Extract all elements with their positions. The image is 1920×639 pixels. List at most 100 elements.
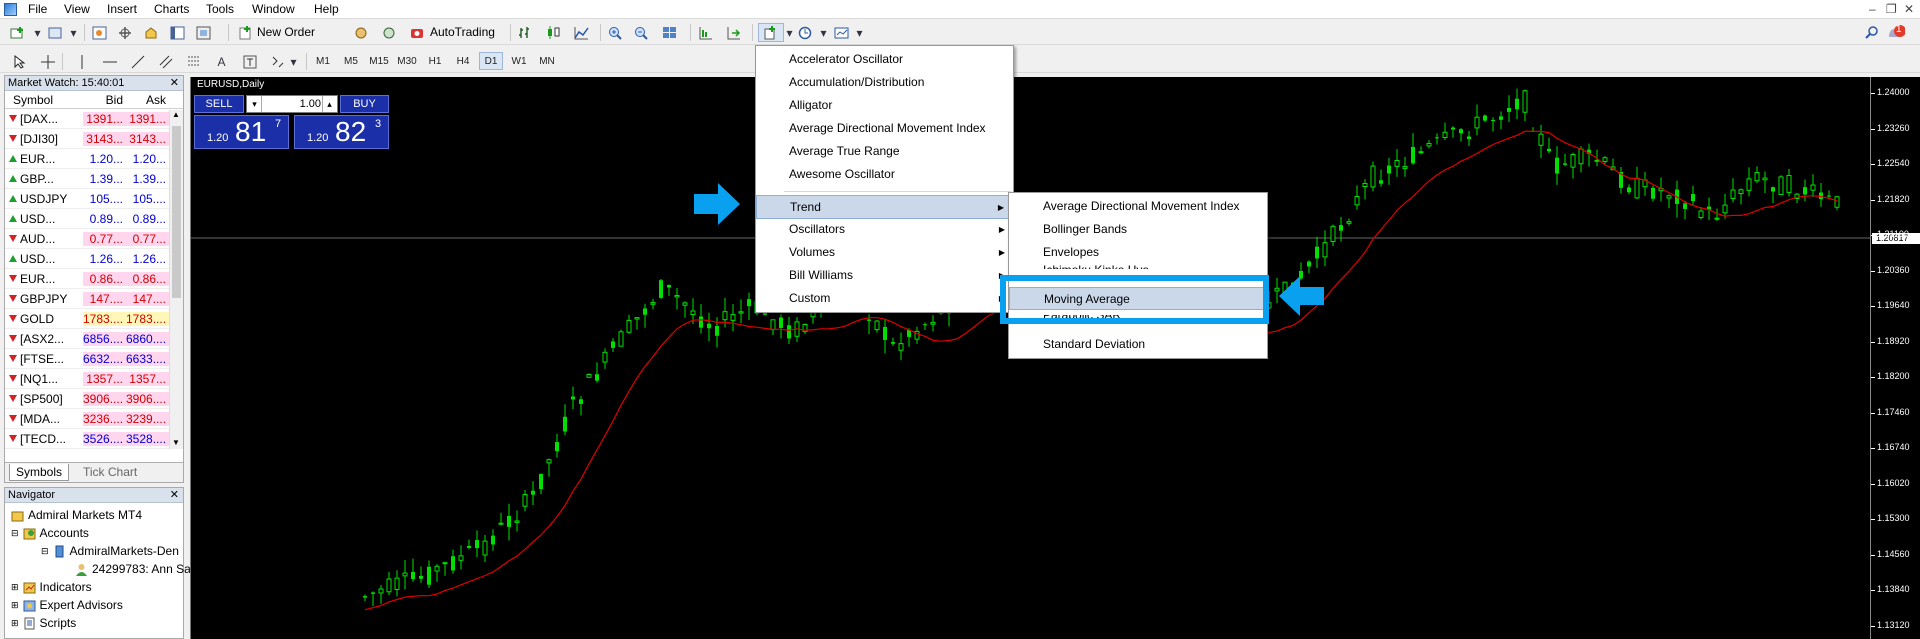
table-row[interactable]: GOLD 1783.... 1783.... [5,309,183,329]
menu-charts[interactable]: Charts [154,2,189,16]
collapse-icon[interactable]: ⊟ [11,528,19,539]
dropdown-arrow-icon[interactable]: ▾ [814,23,833,42]
search-icon[interactable] [1862,23,1881,42]
menu-item-accumulation-distribution[interactable]: Accumulation/Distribution [756,71,1013,94]
lot-decrease-icon[interactable]: ▾ [248,96,262,112]
table-row[interactable]: [NQ1... 1357... 1357... [5,369,183,389]
close-button[interactable]: ✕ [1904,2,1914,16]
table-row[interactable]: USDJPY 105.... 105.... [5,189,183,209]
table-row[interactable]: [TECD... 3526.... 3528.... [5,429,183,449]
restore-button[interactable]: ❐ [1886,2,1897,16]
data-window-icon[interactable] [116,23,135,42]
menu-item-alligator[interactable]: Alligator [756,94,1013,117]
cursor-icon[interactable] [10,52,29,71]
menu-item-oscillators[interactable]: Oscillators ▶ [756,218,1013,241]
scrollbar-thumb[interactable] [172,126,181,298]
timeframe-d1[interactable]: D1 [479,52,503,70]
new-order-button[interactable]: New Order [257,25,315,39]
periods-icon[interactable] [796,23,815,42]
horizontal-line-icon[interactable] [100,52,119,71]
menu-item-bill-williams[interactable]: Bill Williams ▶ [756,264,1013,287]
menu-item-accelerator-oscillator[interactable]: Accelerator Oscillator [756,48,1013,71]
expand-icon[interactable]: ⊞ [11,582,19,593]
profiles-icon[interactable] [46,23,65,42]
table-row[interactable]: EUR... 1.20... 1.20... [5,149,183,169]
menu-window[interactable]: Window [252,2,295,16]
strategy-tester-icon[interactable] [194,23,213,42]
dropdown-arrow-icon[interactable]: ▾ [64,23,83,42]
menu-item-trend[interactable]: Trend ▶ [756,195,1013,219]
nav-account-user[interactable]: 24299783: Ann Sa [75,562,191,576]
lot-size-value[interactable]: 1.00 [267,98,321,110]
table-row[interactable]: [ASX2... 6856.... 6860.... [5,329,183,349]
vertical-line-icon[interactable] [72,52,91,71]
timeframe-h4[interactable]: H4 [451,52,475,70]
zoom-in-icon[interactable] [606,23,625,42]
collapse-icon[interactable]: ⊟ [41,546,49,557]
tab-tick-chart[interactable]: Tick Chart [77,464,143,481]
timeframe-m5[interactable]: M5 [339,52,363,70]
menu-item-atr[interactable]: Average True Range [756,140,1013,163]
candlestick-icon[interactable] [544,23,563,42]
zoom-out-icon[interactable] [632,23,651,42]
sell-button[interactable]: SELL [194,95,244,113]
submenu-item-adx[interactable]: Average Directional Movement Index [1009,195,1267,218]
timeframe-m30[interactable]: M30 [395,52,419,70]
line-chart-icon[interactable] [572,23,591,42]
nav-indicators[interactable]: ⊞ Indicators [11,580,92,594]
autoscroll-icon[interactable] [724,23,743,42]
signals-icon[interactable] [380,23,399,42]
table-row[interactable]: [FTSE... 6632.... 6633.... [5,349,183,369]
table-row[interactable]: [MDA... 3236.... 3239.... [5,409,183,429]
nav-scripts[interactable]: ⊞ Scripts [11,616,76,630]
table-row[interactable]: GBP... 1.39... 1.39... [5,169,183,189]
equidistant-channel-icon[interactable] [156,52,175,71]
tile-windows-icon[interactable] [660,23,679,42]
meta-editor-icon[interactable] [352,23,371,42]
column-header-ask[interactable]: Ask [126,93,169,107]
menu-item-custom[interactable]: Custom ▶ [756,287,1013,310]
market-watch-scrollbar[interactable]: ▲ ▼ [169,110,183,449]
menu-insert[interactable]: Insert [107,2,137,16]
nav-accounts[interactable]: ⊟ Accounts [11,526,89,540]
dropdown-arrow-icon[interactable]: ▾ [284,52,303,71]
menu-file[interactable]: File [28,2,47,16]
table-row[interactable]: [SP500] 3906.... 3906.... [5,389,183,409]
text-label-icon[interactable] [240,52,259,71]
menu-help[interactable]: Help [314,2,339,16]
submenu-item-standard-deviation[interactable]: Standard Deviation [1009,333,1267,356]
submenu-item-ichimoku[interactable]: Ichimoku Kinko Hyo [1009,259,1267,269]
autotrading-button[interactable]: AutoTrading [430,25,495,39]
scroll-down-icon[interactable]: ▼ [172,438,180,447]
expand-icon[interactable]: ⊞ [11,600,19,611]
menu-view[interactable]: View [64,2,90,16]
timeframe-w1[interactable]: W1 [507,52,531,70]
column-header-symbol[interactable]: Symbol [5,93,83,107]
market-watch-icon[interactable] [90,23,109,42]
fibonacci-icon[interactable] [184,52,203,71]
price-axis[interactable]: 1.20817 1.24000 1.23260 1.22540 1.21820 1.21… [1870,77,1920,639]
buy-button[interactable]: BUY [340,95,389,113]
table-row[interactable]: AUD... 0.77... 0.77... [5,229,183,249]
new-order-icon[interactable] [236,23,255,42]
close-icon[interactable]: ✕ [170,488,179,501]
expand-icon[interactable]: ⊞ [11,618,19,629]
submenu-item-bollinger-bands[interactable]: Bollinger Bands [1009,218,1267,241]
lot-size-field[interactable]: ▾ 1.00 ▴ [246,95,338,113]
nav-expert-advisors[interactable]: ⊞ Expert Advisors [11,598,123,612]
dropdown-arrow-icon[interactable]: ▾ [850,23,869,42]
table-row[interactable]: [DJI30] 3143... 3143... [5,129,183,149]
templates-icon[interactable] [832,23,851,42]
minimize-button[interactable]: – [1869,2,1876,16]
menu-item-adx[interactable]: Average Directional Movement Index [756,117,1013,140]
crosshair-icon[interactable] [38,52,57,71]
table-row[interactable]: GBPJPY 147.... 147.... [5,289,183,309]
dropdown-arrow-icon[interactable]: ▾ [28,23,47,42]
text-icon[interactable]: A [212,52,231,71]
autotrading-icon[interactable] [408,23,427,42]
table-row[interactable]: USD... 1.26... 1.26... [5,249,183,269]
menu-tools[interactable]: Tools [206,2,234,16]
notifications-icon[interactable]: 1 [1886,23,1905,42]
new-chart-icon[interactable] [8,23,27,42]
menu-item-volumes[interactable]: Volumes ▶ [756,241,1013,264]
